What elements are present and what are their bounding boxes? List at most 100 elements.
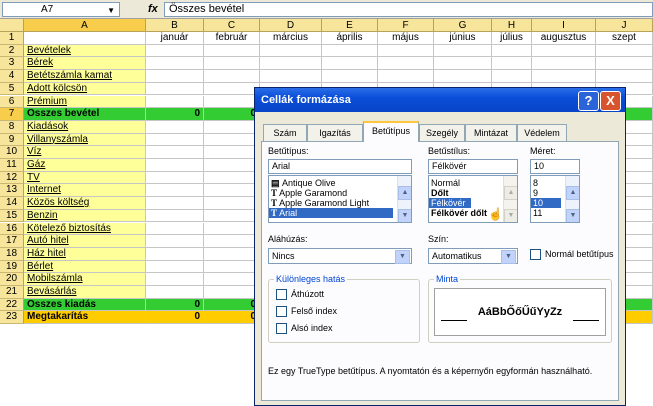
row-header[interactable]: 5 [0, 82, 24, 96]
grid-cell[interactable] [492, 44, 532, 58]
grid-cell[interactable] [204, 184, 260, 198]
month-header-cell[interactable]: május [378, 32, 434, 45]
row-label-cell[interactable]: TV [24, 171, 146, 185]
grid-cell[interactable] [260, 57, 322, 71]
grid-cell[interactable] [434, 70, 492, 83]
grid-cell[interactable] [378, 57, 434, 71]
row-header[interactable]: 4 [0, 70, 24, 83]
color-select[interactable]: Automatikus ▼ [428, 248, 518, 264]
scroll-up-icon[interactable]: ▲ [504, 186, 517, 200]
col-header-b[interactable]: B [146, 19, 204, 32]
month-header-cell[interactable]: február [204, 32, 260, 45]
list-item[interactable]: 10 [531, 198, 561, 208]
row-label-cell[interactable]: Kiadások [24, 120, 146, 134]
total-value-cell[interactable]: 0 [146, 311, 204, 325]
tab-mintazat[interactable]: Mintázat [465, 124, 517, 141]
grid-cell[interactable] [146, 44, 204, 58]
grid-cell[interactable] [532, 70, 596, 83]
row-header[interactable]: 23 [0, 311, 24, 325]
scrollbar[interactable]: ▲ ▼ [503, 176, 517, 222]
scroll-up-icon[interactable]: ▲ [398, 186, 411, 200]
row-header[interactable]: 14 [0, 197, 24, 210]
scrollbar[interactable]: ▲ ▼ [397, 176, 411, 222]
grid-cell[interactable] [596, 57, 653, 71]
underline-select[interactable]: Nincs ▼ [268, 248, 412, 264]
grid-cell[interactable] [146, 146, 204, 159]
grid-cell[interactable] [146, 235, 204, 248]
grid-cell[interactable] [146, 95, 204, 109]
grid-cell[interactable] [146, 57, 204, 71]
grid-cell[interactable] [204, 44, 260, 58]
tab-szegely[interactable]: Szegély [419, 124, 465, 141]
grid-cell[interactable] [322, 57, 378, 71]
grid-cell[interactable] [204, 197, 260, 210]
row-label-cell[interactable]: Autó hitel [24, 235, 146, 248]
row-label-cell[interactable]: Adott kölcsön [24, 82, 146, 96]
style-list[interactable]: Normál Dőlt Félkövér Félkövér dőlt ▲ ▼ [428, 175, 518, 223]
col-header-h[interactable]: H [492, 19, 532, 32]
grid-cell[interactable] [146, 273, 204, 286]
row-header[interactable]: 13 [0, 184, 24, 198]
row-header[interactable]: 6 [0, 95, 24, 109]
size-input[interactable]: 10 [530, 159, 580, 174]
row-label-cell[interactable]: Víz [24, 146, 146, 159]
strikethrough-checkbox[interactable] [276, 289, 287, 300]
row-header[interactable]: 22 [0, 298, 24, 312]
row-header[interactable]: 9 [0, 133, 24, 147]
grid-cell[interactable] [596, 44, 653, 58]
grid-cell[interactable] [204, 70, 260, 83]
month-header-cell[interactable]: április [322, 32, 378, 45]
row-label-cell[interactable]: Összes kiadás [24, 298, 146, 312]
total-value-cell[interactable]: 0 [204, 298, 260, 312]
row-label-cell[interactable]: Villanyszámla [24, 133, 146, 147]
close-button[interactable]: X [600, 91, 621, 111]
scrollbar[interactable]: ▲ ▼ [565, 176, 579, 222]
grid-cell[interactable] [492, 70, 532, 83]
row-header[interactable]: 1 [0, 32, 24, 45]
grid-cell[interactable] [204, 95, 260, 109]
row-label-cell[interactable]: Bevásárlás [24, 286, 146, 299]
grid-cell[interactable] [204, 247, 260, 261]
row-header[interactable]: 2 [0, 44, 24, 58]
month-header-cell[interactable]: szept [596, 32, 653, 45]
row-label-cell[interactable]: Ház hitel [24, 247, 146, 261]
grid-cell[interactable] [146, 286, 204, 299]
grid-cell[interactable] [532, 57, 596, 71]
grid-cell[interactable] [146, 70, 204, 83]
superscript-checkbox[interactable] [276, 306, 287, 317]
row-header[interactable]: 8 [0, 120, 24, 134]
grid-cell[interactable] [146, 133, 204, 147]
row-label-cell[interactable]: Összes bevétel [24, 108, 146, 121]
formula-input[interactable]: Összes bevétel [164, 2, 653, 17]
grid-cell[interactable] [146, 247, 204, 261]
fx-icon[interactable]: fx [148, 2, 158, 16]
grid-cell[interactable] [434, 57, 492, 71]
row-header[interactable]: 3 [0, 57, 24, 71]
style-input[interactable]: Félkövér [428, 159, 518, 174]
grid-cell[interactable] [146, 209, 204, 223]
grid-cell[interactable] [532, 44, 596, 58]
total-value-cell[interactable]: 0 [204, 108, 260, 121]
row-label-cell[interactable]: Gáz [24, 159, 146, 172]
col-header-a[interactable]: A [24, 19, 146, 32]
row-header[interactable]: 20 [0, 273, 24, 286]
row-header[interactable]: 11 [0, 159, 24, 172]
row-header[interactable]: 15 [0, 209, 24, 223]
list-item[interactable]: T Apple Garamond [269, 188, 411, 198]
list-item[interactable]: ▤ Antique Olive [269, 178, 411, 188]
row-header[interactable]: 12 [0, 171, 24, 185]
grid-cell[interactable] [204, 171, 260, 185]
grid-cell[interactable] [146, 184, 204, 198]
col-header-i[interactable]: I [532, 19, 596, 32]
tab-vedelem[interactable]: Védelem [517, 124, 567, 141]
col-header-c[interactable]: C [204, 19, 260, 32]
row-label-cell[interactable]: Bevételek [24, 44, 146, 58]
grid-cell[interactable] [322, 44, 378, 58]
grid-cell[interactable] [204, 120, 260, 134]
month-header-cell[interactable]: március [260, 32, 322, 45]
scroll-down-icon[interactable]: ▼ [566, 209, 579, 222]
row-label-cell[interactable]: Benzin [24, 209, 146, 223]
row-label-cell[interactable]: Közös költség [24, 197, 146, 210]
row-header[interactable]: 7 [0, 108, 24, 121]
grid-cell[interactable] [204, 273, 260, 286]
